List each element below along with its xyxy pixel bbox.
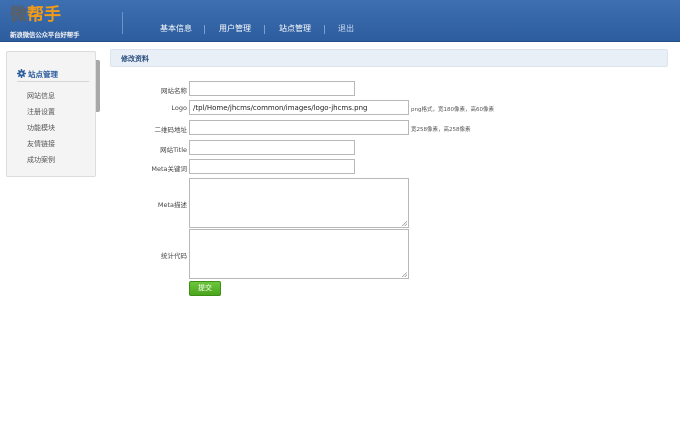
qrcode-label: 二维码地址 <box>154 126 188 134</box>
panel-title: 修改资料 <box>121 55 149 63</box>
logo[interactable]: 微帮手 新浪微信公众平台好帮手 <box>10 5 110 39</box>
sidebar-item-modules[interactable]: 功能模块 <box>27 123 55 133</box>
nav-divider <box>324 25 325 34</box>
nav-user-management[interactable]: 用户管理 <box>219 22 251 36</box>
submit-button[interactable]: 提交 <box>189 281 221 296</box>
panel-header: 修改资料 <box>110 49 668 67</box>
site-name-label: 网站名称 <box>161 87 187 95</box>
resize-grip-icon[interactable] <box>402 272 407 277</box>
nav-site-management[interactable]: 站点管理 <box>279 22 311 36</box>
qrcode-input[interactable] <box>189 120 409 135</box>
meta-description-textarea[interactable] <box>189 178 409 228</box>
nav-basic-info[interactable]: 基本信息 <box>160 22 192 36</box>
sidebar-collapse-handle[interactable] <box>96 60 100 112</box>
meta-keywords-input[interactable] <box>189 159 355 174</box>
qrcode-hint: 宽258像素，高258像素 <box>411 127 471 133</box>
nav-logout[interactable]: 退出 <box>338 22 354 36</box>
nav-divider <box>264 25 265 34</box>
logo-label: Logo <box>171 104 187 112</box>
site-title-input[interactable] <box>189 140 355 155</box>
sidebar-item-cases[interactable]: 成功案例 <box>27 155 55 165</box>
header-divider <box>122 12 123 34</box>
sidebar-item-friend-links[interactable]: 友情链接 <box>27 139 55 149</box>
stats-code-label: 统计代码 <box>161 252 187 260</box>
site-name-input[interactable] <box>189 81 355 96</box>
sidebar-header[interactable]: 站点管理 <box>17 68 89 82</box>
sidebar: 站点管理 网站信息 注册设置 功能模块 友情链接 成功案例 <box>6 51 96 177</box>
stats-code-textarea[interactable] <box>189 229 409 279</box>
nav-divider <box>204 25 205 34</box>
logo-input[interactable] <box>189 100 409 115</box>
top-header: 微帮手 新浪微信公众平台好帮手 基本信息 用户管理 站点管理 退出 <box>0 0 680 42</box>
logo-text: 微帮手 <box>10 5 61 25</box>
meta-keywords-label: Meta关键词 <box>151 165 187 173</box>
logo-hint: png格式，宽180像素，高60像素 <box>411 107 494 113</box>
logo-subtitle: 新浪微信公众平台好帮手 <box>10 31 80 39</box>
gear-icon <box>17 69 26 78</box>
meta-description-label: Meta描述 <box>157 201 187 209</box>
resize-grip-icon[interactable] <box>402 221 407 226</box>
sidebar-item-site-info[interactable]: 网站信息 <box>27 91 55 101</box>
sidebar-title: 站点管理 <box>28 70 58 79</box>
site-title-label: 网站Title <box>160 146 187 154</box>
sidebar-item-register-settings[interactable]: 注册设置 <box>27 107 55 117</box>
